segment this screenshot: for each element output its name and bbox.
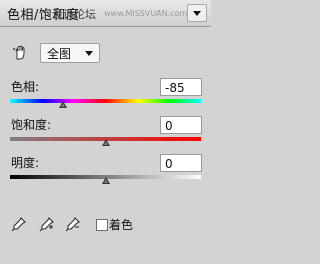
colorize-checkbox[interactable] [96,219,108,231]
chevron-down-icon [193,10,201,16]
hue-input[interactable]: -85 [160,78,202,96]
eyedropper-plus-icon[interactable] [38,215,56,233]
hand-adjust-icon[interactable] [11,44,29,62]
eyedropper-minus-icon[interactable] [64,215,82,233]
saturation-slider-thumb[interactable] [101,139,110,146]
channel-select[interactable]: 全图 [40,43,100,63]
overlay-text: 设计论坛 [52,8,96,21]
lightness-label: 明度: [11,156,40,170]
channel-select-value: 全图 [47,47,72,61]
lightness-input[interactable]: 0 [160,154,202,172]
eyedropper-icon[interactable] [10,215,28,233]
panel-header: 色相/饱和度 设计论坛 www.MISSVUAN.com [0,0,211,27]
panel-menu-button[interactable] [187,4,207,22]
lightness-slider-thumb[interactable] [101,177,110,184]
hue-slider-thumb[interactable] [58,101,67,108]
saturation-label: 饱和度: [11,118,52,132]
saturation-input[interactable]: 0 [160,116,202,134]
chevron-down-icon [85,51,93,56]
watermark: www.MISSVUAN.com [104,9,188,18]
colorize-label: 着色 [109,218,134,232]
hue-slider-track[interactable] [10,99,201,103]
hue-label: 色相: [11,80,40,94]
